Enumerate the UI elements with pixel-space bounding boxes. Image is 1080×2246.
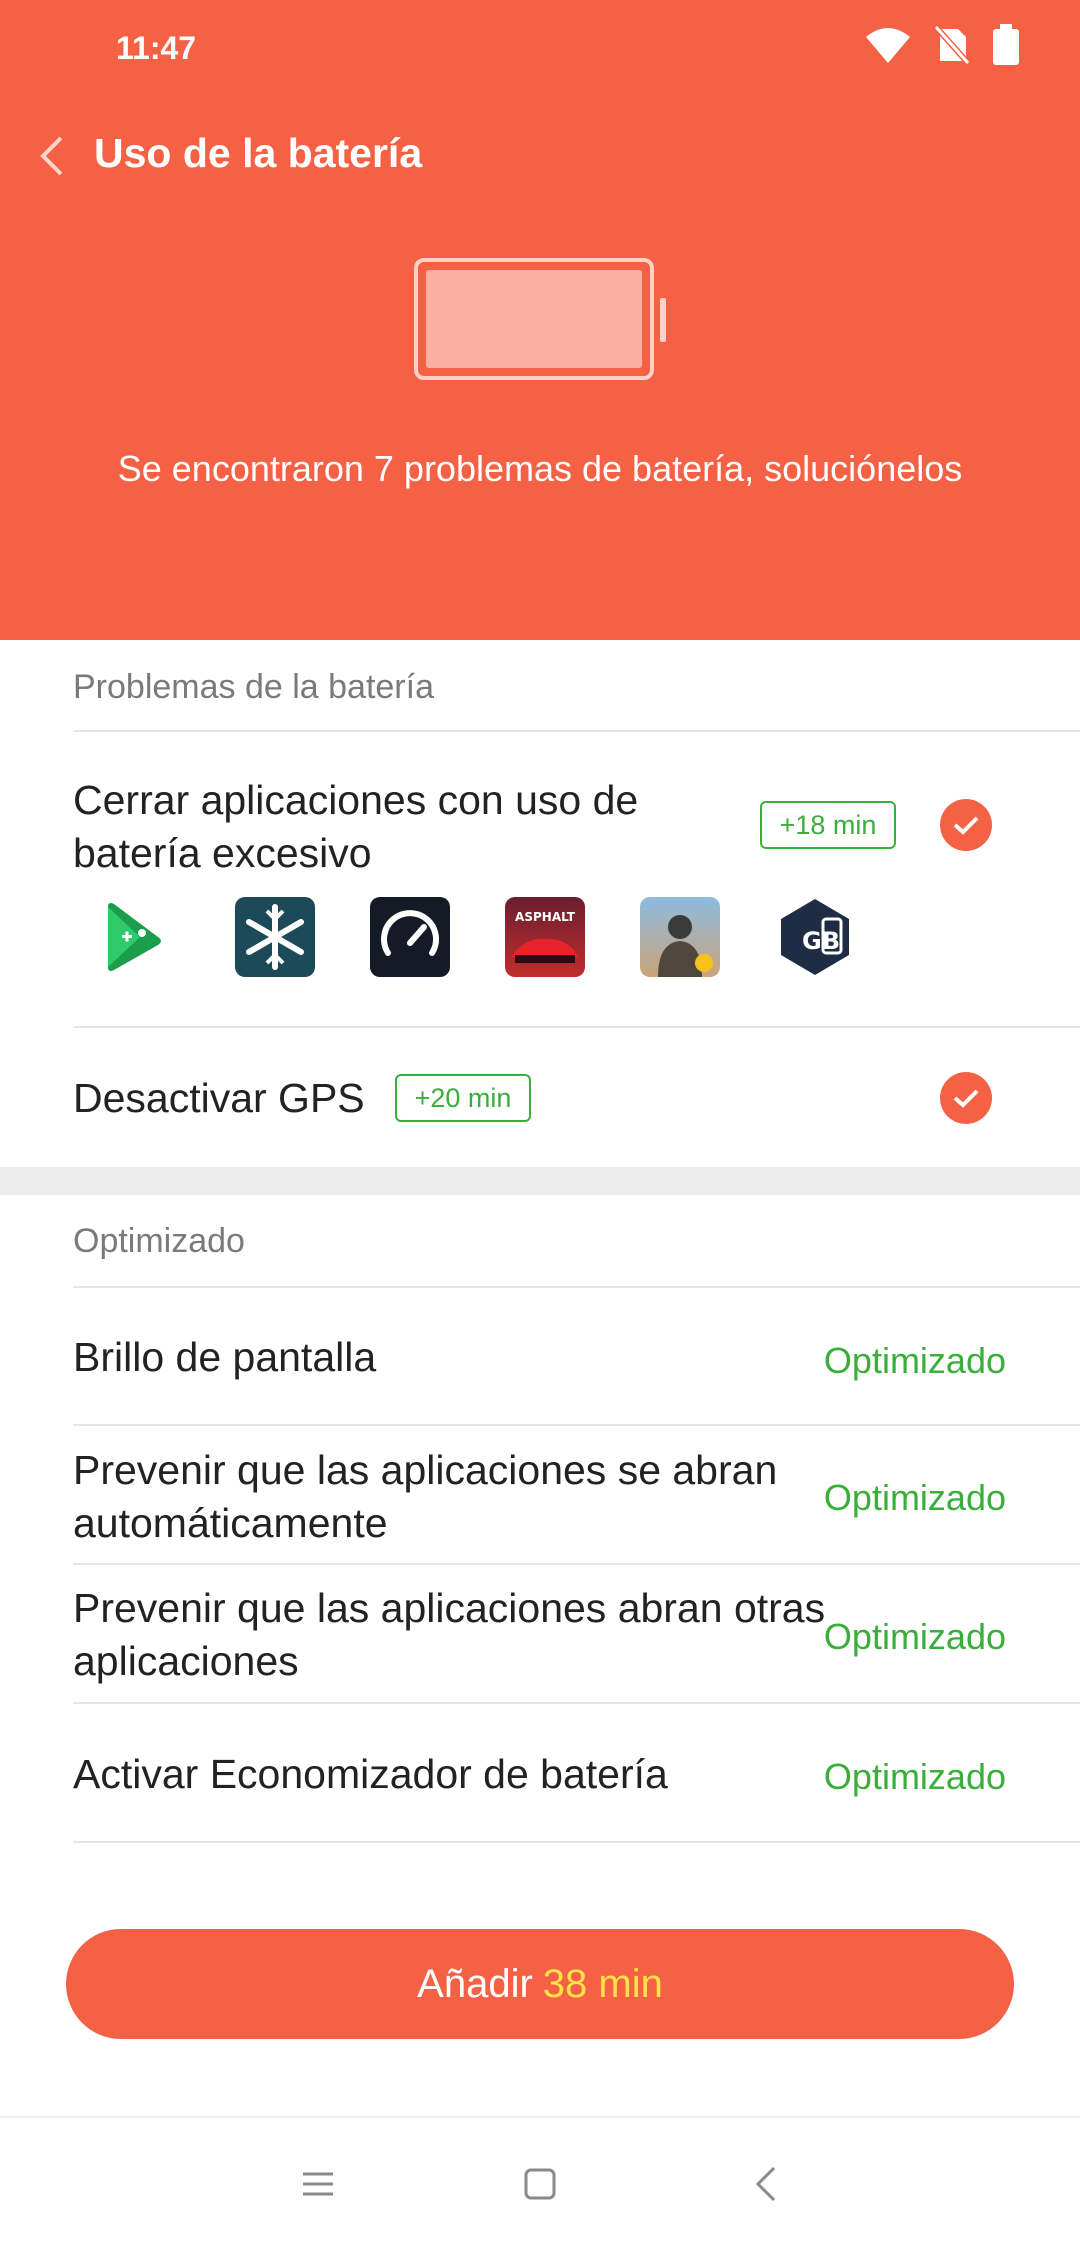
back-icon [755, 2166, 776, 2202]
optimized-item-title: Prevenir que las aplicaciones se abran a… [73, 1447, 778, 1546]
optimized-item-title: Prevenir que las aplicaciones abran otra… [73, 1585, 826, 1684]
speedtest-icon [370, 897, 450, 977]
status-time: 11:47 [116, 30, 197, 66]
pubg-mobile-icon [640, 897, 720, 977]
back-button[interactable] [20, 124, 84, 188]
chevron-left-icon [40, 136, 63, 176]
checkmark-icon[interactable] [940, 799, 992, 851]
divider [73, 1702, 1080, 1704]
section-separator [0, 1167, 1080, 1195]
google-play-games-icon [100, 897, 180, 977]
divider [73, 1841, 1080, 1843]
add-button-label: Añadir [417, 1961, 533, 2006]
divider [73, 730, 1080, 732]
menu-icon [303, 2172, 333, 2196]
divider [73, 1026, 1080, 1028]
header: 11:47 ↑↓ Uso de la batería Se encontraro… [0, 0, 1080, 640]
optimized-status: Optimizado [823, 1477, 1006, 1518]
optimized-item-title: Activar Economizador de batería [73, 1751, 668, 1797]
wifi-icon: ↑↓ [864, 25, 912, 70]
add-time-button[interactable]: Añadir 38 min [66, 1929, 1014, 2039]
optimized-status: Optimizado [823, 1616, 1006, 1657]
battery-status-icon [992, 24, 1020, 71]
status-icons: ↑↓ [864, 24, 1020, 71]
checkmark-icon[interactable] [940, 1072, 992, 1124]
time-gain-badge: +18 min [760, 801, 896, 849]
issue-title: Desactivar GPS [73, 1075, 365, 1121]
svg-text:ASPHALT: ASPHALT [515, 910, 576, 924]
time-gain-badge: +20 min [395, 1074, 531, 1122]
divider [73, 1286, 1080, 1288]
svg-text:GB: GB [802, 927, 840, 955]
divider [73, 1563, 1080, 1565]
svg-text:↑↓: ↑↓ [894, 51, 911, 62]
optimized-status: Optimizado [823, 1756, 1006, 1797]
optimized-item-title: Brillo de pantalla [73, 1334, 377, 1380]
no-sim-icon [933, 25, 971, 70]
asphalt-9-icon: ASPHALT [505, 897, 585, 977]
issue-title: Cerrar aplicaciones con uso de batería e… [73, 777, 639, 876]
snowflake-app-icon [235, 897, 315, 977]
gb-phone-icon: GB [775, 897, 855, 977]
page-title: Uso de la batería [94, 130, 423, 176]
optimized-section-label: Optimizado [73, 1222, 245, 1260]
battery-illustration-icon [414, 258, 668, 387]
add-button-amount: 38 min [542, 1961, 663, 2006]
optimized-status: Optimizado [823, 1340, 1006, 1381]
home-icon [524, 2168, 556, 2200]
app-icons-list: ASPHALT GB [100, 897, 855, 977]
divider [73, 1424, 1080, 1426]
menu-button[interactable] [288, 2154, 348, 2214]
problem-summary: Se encontraron 7 problemas de batería, s… [117, 448, 963, 489]
nav-back-button[interactable] [736, 2154, 796, 2214]
issues-section-label: Problemas de la batería [73, 668, 434, 706]
system-nav-bar [0, 2116, 1080, 2246]
home-button[interactable] [510, 2154, 570, 2214]
